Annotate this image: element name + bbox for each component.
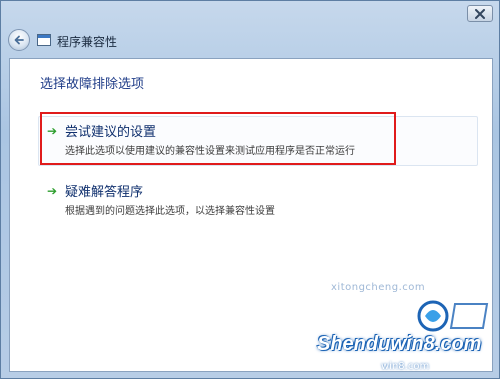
page-heading: 选择故障排除选项 — [40, 77, 145, 92]
option-description: 选择此选项以使用建议的兼容性设置来测试应用程序是否正常运行 — [65, 146, 355, 157]
back-arrow-icon — [14, 35, 24, 45]
title-bar — [1, 1, 500, 23]
watermark-brand: Shenduwin8.com — [317, 333, 482, 355]
option-description: 根据遇到的问题选择此选项，以选择兼容性设置 — [65, 206, 275, 217]
watermark-logo — [413, 294, 493, 334]
program-window-icon — [37, 34, 51, 46]
option-try-recommended-settings[interactable]: ➔ 尝试建议的设置 选择此选项以使用建议的兼容性设置来测试应用程序是否正常运行 — [38, 116, 478, 166]
close-button[interactable] — [467, 5, 493, 22]
option-title: 疑难解答程序 — [65, 185, 144, 200]
window-title: 程序兼容性 — [57, 35, 118, 49]
watermark-site: xitongcheng.com — [331, 282, 426, 293]
green-arrow-icon: ➔ — [47, 124, 58, 138]
program-compatibility-window: 程序兼容性 选择故障排除选项 ➔ 尝试建议的设置 选择此选项以使用建议的兼容性设… — [0, 0, 500, 379]
close-icon — [475, 8, 485, 19]
green-arrow-icon: ➔ — [47, 184, 58, 198]
navigation-bar: 程序兼容性 — [1, 25, 500, 55]
option-troubleshoot-program[interactable]: ➔ 疑难解答程序 根据遇到的问题选择此选项，以选择兼容性设置 — [38, 176, 478, 226]
back-button[interactable] — [8, 29, 30, 51]
option-title: 尝试建议的设置 — [65, 125, 157, 140]
watermark-sub: win8.com — [381, 361, 430, 372]
